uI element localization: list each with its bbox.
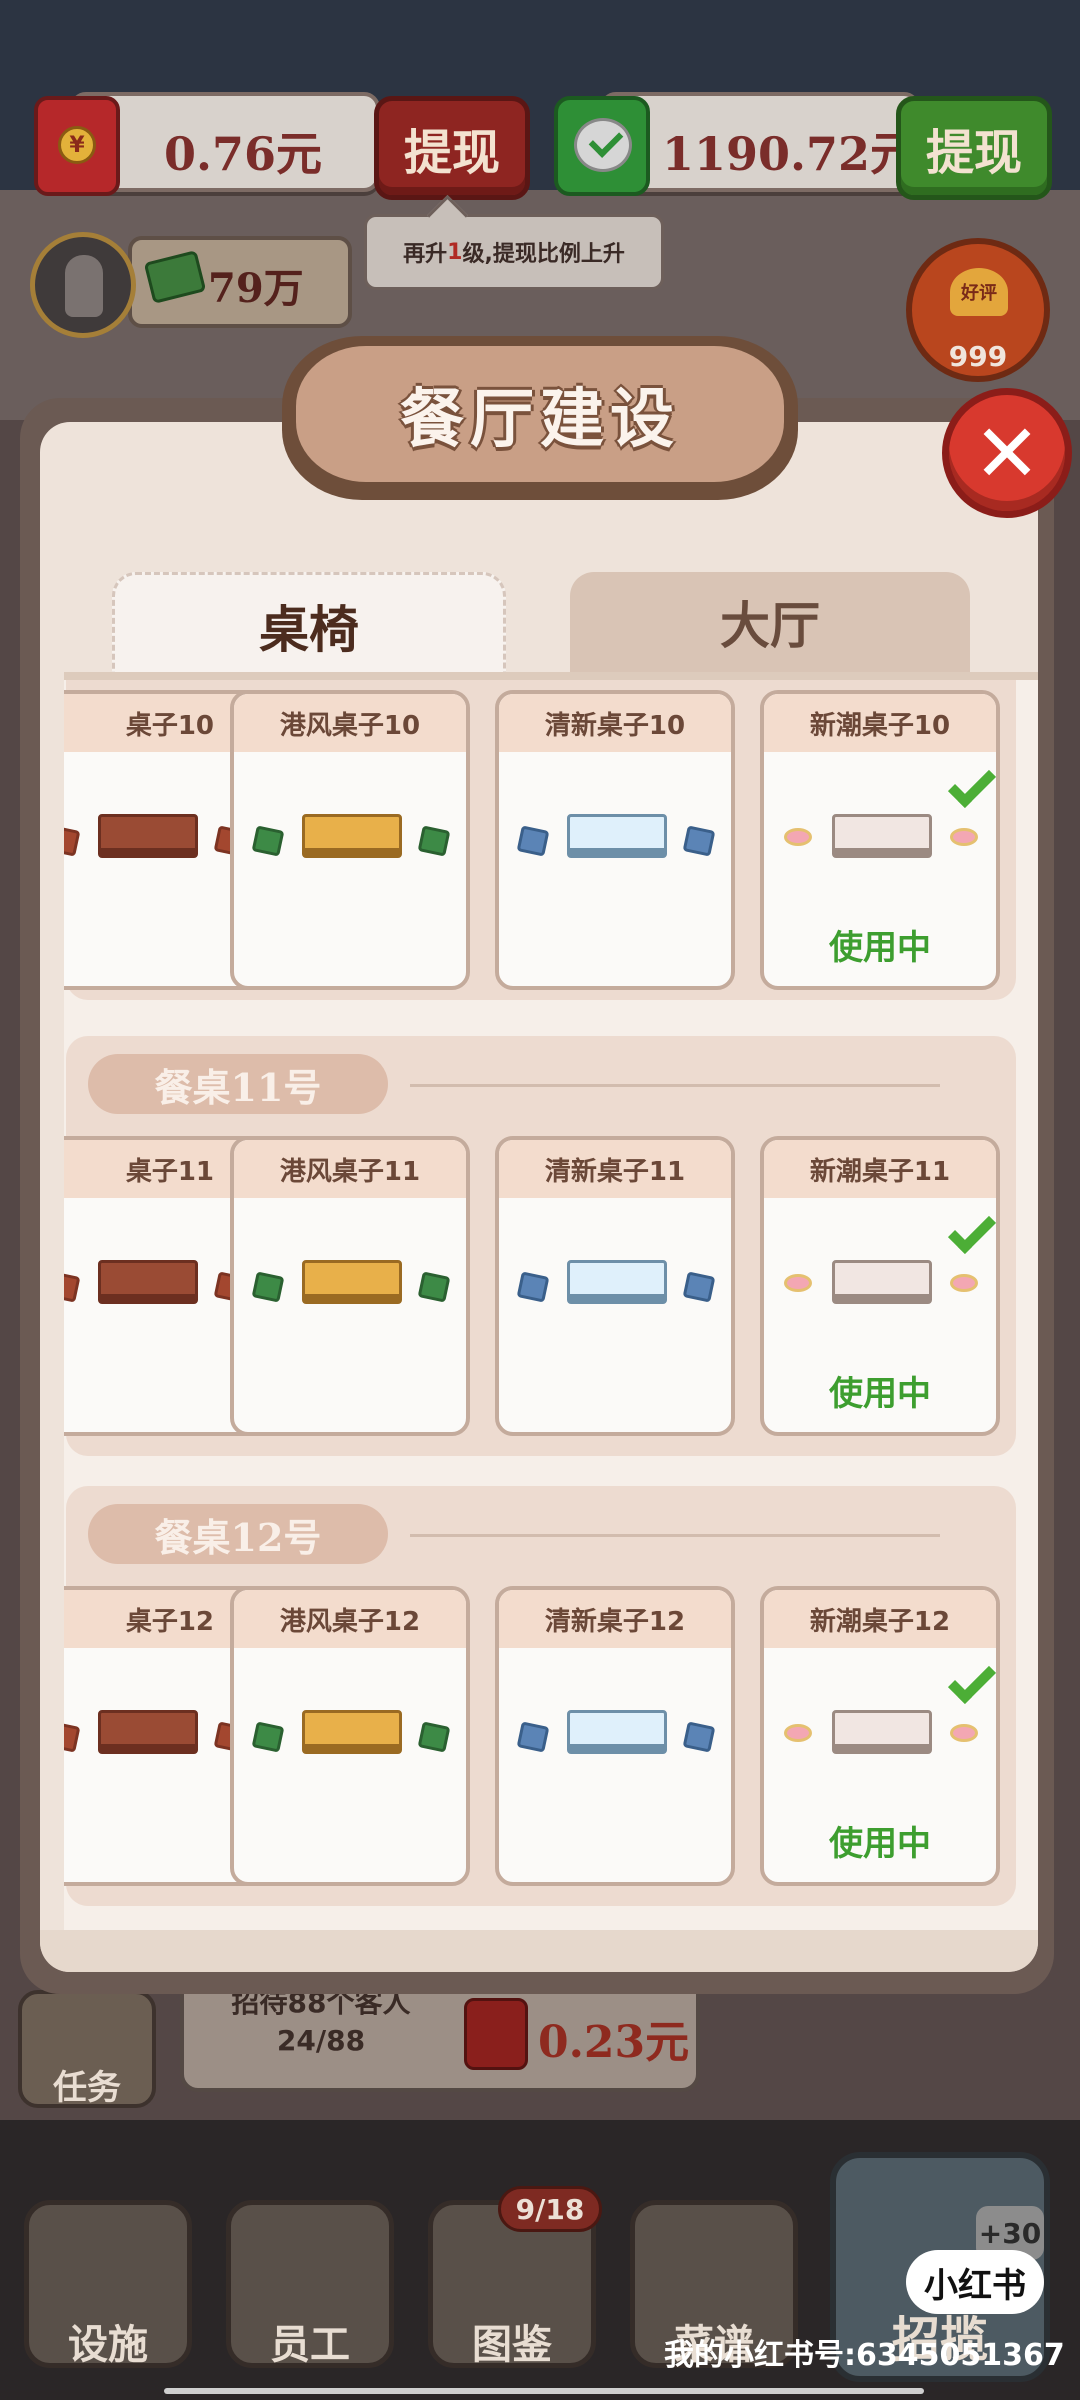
stool-illustration <box>251 1721 285 1753</box>
stool-illustration <box>417 1721 451 1753</box>
quest-reward-envelope-icon <box>464 1998 528 2070</box>
furniture-card[interactable]: 港风桌子11 <box>230 1136 470 1436</box>
withdraw-tooltip: 再升 1 级,提现比例上升 <box>364 214 664 290</box>
player-avatar[interactable] <box>30 232 136 338</box>
furniture-card-name: 新潮桌子12 <box>764 1590 996 1648</box>
furniture-card-name: 港风桌子12 <box>234 1590 466 1648</box>
in-use-label: 使用中 <box>829 1374 931 1414</box>
home-indicator <box>164 2388 924 2394</box>
in-use-label: 使用中 <box>829 928 931 968</box>
check-icon <box>947 1655 996 1705</box>
table-group-label: 餐桌12号 <box>88 1504 388 1564</box>
nav-facilities-label: 设施 <box>68 2321 148 2368</box>
wechat-balance-value: 1190.72元 <box>662 127 917 181</box>
table-group-divider <box>410 1534 940 1537</box>
stool-illustration <box>682 1721 716 1753</box>
table-illustration <box>302 814 402 858</box>
quest-reward-value: 0.23元 <box>538 2017 690 2068</box>
redpack-balance-value: 0.76元 <box>164 127 323 181</box>
chef-hat-icon: 好评 <box>950 268 1008 316</box>
task-label: 任务 <box>53 2068 121 2108</box>
cash-value: 79万 <box>208 265 304 312</box>
stool-illustration <box>682 1271 716 1303</box>
quest-progress: 24/88 <box>276 2024 366 2057</box>
xiaohongshu-logo: 小红书 <box>906 2250 1044 2314</box>
table-illustration <box>98 814 198 858</box>
stool-illustration <box>64 825 81 857</box>
check-icon <box>947 759 996 809</box>
stool-illustration <box>516 825 550 857</box>
tooltip-level: 1 <box>447 239 463 265</box>
furniture-card[interactable]: 港风桌子12 <box>230 1586 470 1886</box>
in-use-label: 使用中 <box>829 1824 931 1864</box>
check-icon <box>947 1205 996 1255</box>
table-illustration <box>302 1710 402 1754</box>
yuan-coin-icon: ¥ <box>58 126 96 164</box>
table-group-divider <box>410 1084 940 1087</box>
tab-tables-chairs[interactable]: 桌椅 <box>112 572 506 676</box>
table-illustration <box>832 814 932 858</box>
stool-illustration <box>516 1721 550 1753</box>
stool-illustration <box>950 1724 978 1742</box>
furniture-card[interactable]: 新潮桌子12 使用中 <box>760 1586 1000 1886</box>
wechat-withdraw-button[interactable]: 提现 <box>896 96 1052 200</box>
quest-text: 招待88个客人 24/88 <box>186 1984 456 2060</box>
furniture-card[interactable]: 新潮桌子10 使用中 <box>760 690 1000 990</box>
furniture-card-name: 新潮桌子10 <box>764 694 996 752</box>
modal-title: 餐厅建设 <box>296 346 784 482</box>
modal-footer-strip <box>40 1930 1038 1972</box>
red-envelope-icon: ¥ <box>34 96 120 196</box>
table-illustration <box>832 1260 932 1304</box>
stool-illustration <box>682 825 716 857</box>
xiaohongshu-id: 我的小红书号:6345051367 <box>664 2338 1065 2373</box>
redpack-withdraw-button[interactable]: 提现 <box>374 96 530 200</box>
tooltip-suffix: 级,提现比例上升 <box>462 242 625 267</box>
furniture-card-name: 清新桌子11 <box>499 1140 731 1198</box>
stool-illustration <box>950 828 978 846</box>
table-group-label: 餐桌11号 <box>88 1054 388 1114</box>
stool-illustration <box>64 1271 81 1303</box>
furniture-card[interactable]: 港风桌子10 <box>230 690 470 990</box>
stool-illustration <box>417 825 451 857</box>
furniture-list[interactable]: 桌子10 港风桌子10 清新桌子10 新潮桌子10 使用中 餐桌11号 桌子11 港风桌子11… <box>64 680 1038 1930</box>
stool-illustration <box>64 1721 81 1753</box>
furniture-card[interactable]: 清新桌子12 <box>495 1586 735 1886</box>
collection-count-badge: 9/18 <box>498 2186 602 2232</box>
table-illustration <box>98 1260 198 1304</box>
stool-illustration <box>251 1271 285 1303</box>
close-button[interactable]: ✕ <box>942 388 1072 518</box>
furniture-card[interactable]: 清新桌子10 <box>495 690 735 990</box>
tab-hall[interactable]: 大厅 <box>570 572 970 672</box>
tab-underline <box>64 672 1038 680</box>
nav-staff-label: 员工 <box>270 2321 350 2368</box>
stool-illustration <box>516 1271 550 1303</box>
stool-illustration <box>784 1274 812 1292</box>
table-illustration <box>567 1260 667 1304</box>
stool-illustration <box>784 828 812 846</box>
table-illustration <box>98 1710 198 1754</box>
table-illustration <box>567 814 667 858</box>
furniture-card-name: 清新桌子10 <box>499 694 731 752</box>
furniture-card[interactable]: 清新桌子11 <box>495 1136 735 1436</box>
stool-illustration <box>784 1724 812 1742</box>
stool-illustration <box>950 1274 978 1292</box>
table-illustration <box>832 1710 932 1754</box>
furniture-card-name: 新潮桌子11 <box>764 1140 996 1198</box>
furniture-card-name: 港风桌子11 <box>234 1140 466 1198</box>
table-illustration <box>302 1260 402 1304</box>
stool-illustration <box>417 1271 451 1303</box>
rating-value: 999 <box>948 340 1008 373</box>
furniture-card-name: 清新桌子12 <box>499 1590 731 1648</box>
tooltip-prefix: 再升 <box>403 242 448 267</box>
furniture-card[interactable]: 新潮桌子11 使用中 <box>760 1136 1000 1436</box>
furniture-card-name: 港风桌子10 <box>234 694 466 752</box>
stool-illustration <box>251 825 285 857</box>
wechat-icon <box>554 96 650 196</box>
table-illustration <box>567 1710 667 1754</box>
rating-badge[interactable]: 好评 999 <box>906 238 1050 382</box>
nav-collection-label: 图鉴 <box>472 2321 552 2368</box>
